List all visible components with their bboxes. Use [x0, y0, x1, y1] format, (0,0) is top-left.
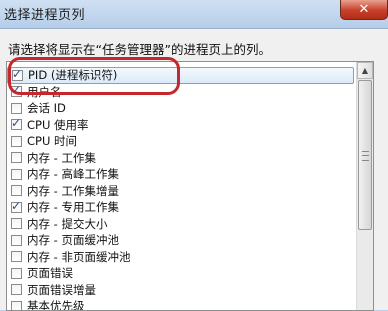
highlight-annotation: [8, 57, 180, 95]
column-option-row[interactable]: 内存 - 提交大小: [7, 216, 356, 233]
column-option-label: 会话 ID: [27, 101, 66, 116]
column-list[interactable]: ✓ PID (进程标识符) ✓ 用户名 会话 ID ✓ CPU 使用率 CPU 时间 内存 - …: [6, 61, 374, 311]
column-option-row[interactable]: 内存 - 工作集: [7, 150, 356, 167]
column-option-label: 内存 - 高峰工作集: [27, 167, 119, 182]
column-option-label: 内存 - 工作集: [27, 150, 96, 165]
column-option-row[interactable]: 内存 - 高峰工作集: [7, 166, 356, 183]
instruction-text: 请选择将显示在“任务管理器”的进程页上的列。: [8, 42, 271, 57]
column-option-label: CPU 时间: [27, 134, 78, 149]
column-option-row[interactable]: 内存 - 页面缓冲池: [7, 232, 356, 249]
grip-icon: [362, 151, 369, 161]
column-option-label: 内存 - 专用工作集: [27, 200, 119, 215]
column-option-row[interactable]: ✓ CPU 使用率: [7, 116, 356, 134]
close-button[interactable]: ✕: [340, 0, 388, 20]
column-option-label: 内存 - 非页面缓冲池: [27, 249, 131, 264]
column-checkbox[interactable]: [11, 152, 22, 164]
column-option-row[interactable]: 内存 - 工作集增量: [7, 183, 356, 200]
column-checkbox[interactable]: [11, 267, 22, 279]
column-checkbox[interactable]: [11, 185, 22, 197]
column-checkbox[interactable]: [11, 218, 22, 230]
title-bar: 选择进程页列 ✕: [0, 0, 388, 28]
column-option-row[interactable]: 内存 - 非页面缓冲池: [7, 249, 356, 266]
column-checkbox[interactable]: ✓: [11, 116, 22, 131]
column-checkbox[interactable]: [11, 251, 22, 263]
column-checkbox[interactable]: [11, 102, 22, 114]
column-option-row[interactable]: 会话 ID: [7, 100, 356, 117]
column-option-row[interactable]: ✓ 内存 - 专用工作集: [7, 199, 356, 216]
column-option-label: 内存 - 页面缓冲池: [27, 233, 119, 248]
column-list-rows: ✓ PID (进程标识符) ✓ 用户名 会话 ID ✓ CPU 使用率 CPU 时间 内存 - …: [7, 67, 356, 311]
close-icon: ✕: [358, 2, 370, 17]
column-option-row[interactable]: 基本优先级: [7, 298, 356, 311]
column-checkbox[interactable]: [11, 135, 22, 147]
window-title: 选择进程页列: [4, 8, 86, 23]
column-option-row[interactable]: 页面错误: [7, 265, 356, 282]
column-option-label: CPU 使用率: [27, 117, 89, 132]
column-option-label: 页面错误: [27, 266, 73, 281]
column-option-label: 基本优先级: [27, 299, 85, 311]
check-icon: ✓: [11, 116, 22, 131]
scroll-thumb[interactable]: [358, 80, 372, 230]
column-option-label: 内存 - 提交大小: [27, 216, 108, 231]
column-checkbox[interactable]: [11, 168, 22, 180]
column-checkbox[interactable]: [11, 234, 22, 246]
column-checkbox[interactable]: [11, 300, 22, 310]
column-option-label: 页面错误增量: [27, 282, 96, 297]
vertical-scrollbar[interactable]: ▲: [356, 62, 373, 310]
column-option-row[interactable]: CPU 时间: [7, 133, 356, 150]
scroll-up-button[interactable]: ▲: [357, 62, 373, 79]
check-icon: ✓: [11, 198, 22, 213]
column-checkbox[interactable]: [11, 284, 22, 296]
column-checkbox[interactable]: ✓: [11, 198, 22, 213]
column-option-row[interactable]: 页面错误增量: [7, 282, 356, 299]
column-option-label: 内存 - 工作集增量: [27, 183, 119, 198]
